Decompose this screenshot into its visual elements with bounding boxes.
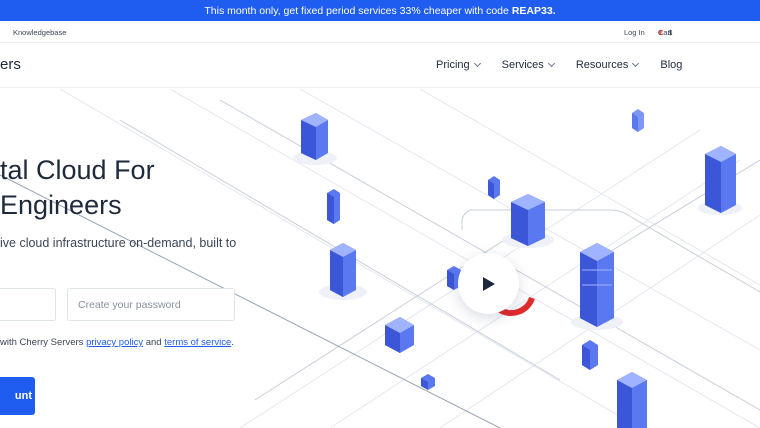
hero-illustration (0, 89, 760, 428)
create-account-button[interactable]: unt (0, 377, 35, 415)
nav-item-services[interactable]: Services (501, 59, 555, 71)
promo-banner: This month only, get fixed period servic… (0, 0, 760, 21)
play-icon (482, 276, 495, 291)
brand-logo[interactable]: ers (0, 56, 21, 73)
chevron-down-icon (473, 59, 481, 68)
dollar-currency[interactable]: $ (668, 28, 672, 37)
nav-item-label: Services (501, 59, 544, 71)
chevron-down-icon (547, 59, 555, 68)
main-nav: ers Pricing Services Resources Blog (0, 43, 760, 88)
password-field[interactable]: Create your password (67, 288, 235, 321)
promo-code: REAP33. (511, 4, 556, 17)
privacy-policy-link[interactable]: privacy policy (86, 337, 143, 348)
play-video-button[interactable] (458, 253, 519, 314)
euro-currency[interactable]: € (659, 28, 663, 37)
currency-selector[interactable]: € $ (659, 28, 672, 37)
promo-text: This month only, get fixed period servic… (204, 4, 509, 17)
chevron-down-icon (632, 59, 640, 68)
consent-text: with Cherry Servers privacy policy and t… (0, 337, 234, 348)
hero-title: tal Cloud For Engineers (0, 153, 155, 223)
consent-and: and (145, 337, 162, 348)
hero-subtitle: ive cloud infrastructure on-demand, buil… (0, 236, 237, 250)
nav-item-blog[interactable]: Blog (660, 59, 682, 71)
nav-menu: Pricing Services Resources Blog (436, 59, 704, 71)
hero-title-line2: Engineers (0, 190, 122, 220)
nav-item-pricing[interactable]: Pricing (436, 59, 481, 71)
nav-item-label: Pricing (436, 59, 470, 71)
isometric-server-buildings (0, 89, 760, 428)
terms-of-service-link[interactable]: terms of service (164, 337, 231, 348)
consent-prefix: with Cherry Servers (0, 337, 84, 348)
utility-bar: Knowledgebase Log In Cart € $ (0, 21, 760, 43)
consent-suffix: . (231, 337, 234, 348)
login-link[interactable]: Log In (624, 28, 645, 37)
knowledgebase-link[interactable]: Knowledgebase (13, 28, 66, 37)
nav-item-label: Resources (575, 59, 629, 71)
nav-item-resources[interactable]: Resources (575, 59, 640, 71)
nav-item-label: Blog (660, 59, 683, 71)
hero-title-line1: tal Cloud For (0, 155, 155, 185)
email-field[interactable] (0, 288, 56, 321)
